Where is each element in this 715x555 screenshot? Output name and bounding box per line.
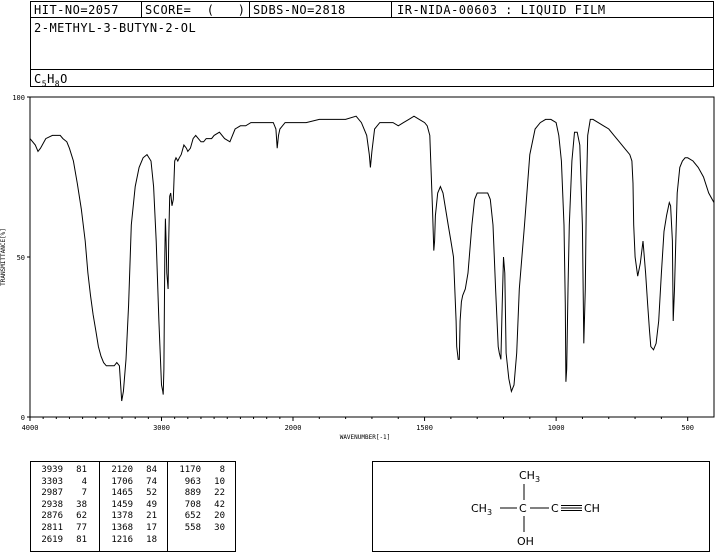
peak-column-2: 2120 84 1706 74 1465 52 1459 49 1378 21 1368 17 1216… [107, 465, 157, 546]
peak-row: 3939 81 [37, 465, 87, 477]
peak-transmittance: 20 [214, 511, 225, 522]
peak-transmittance: 18 [146, 534, 157, 545]
peak-wavenumber: 1216 [111, 534, 133, 545]
peak-row: 652 20 [175, 511, 225, 523]
peak-row: 2619 81 [37, 535, 87, 547]
peak-row: 1170 8 [175, 465, 225, 477]
peak-row: 2120 84 [107, 465, 157, 477]
peak-transmittance: 21 [146, 511, 157, 522]
peak-wavenumber: 1465 [111, 488, 133, 499]
ir-spectrum-chart: 4000 3000 2000 1500 1000 500100500 WAVENUMBER… [0, 94, 715, 441]
peak-row: 2876 62 [37, 511, 87, 523]
peak-wavenumber: 1378 [111, 511, 133, 522]
peak-table: 3939 81 3303 4 2987 7 2938 38 2876 62 2811 77 2619 81… [30, 461, 236, 552]
peak-transmittance: 4 [81, 476, 87, 487]
plot-frame [29, 96, 715, 418]
y-tick-label: 0 [21, 414, 25, 422]
structure-diagram: CH3 CH3 C C CH OH [372, 461, 710, 552]
peak-transmittance: 42 [214, 499, 225, 510]
peak-row: 2987 7 [37, 488, 87, 500]
peak-column-3: 1170 8 963 10 889 22 708 42 652 20 558 30 [175, 465, 225, 535]
top-methyl: CH3 [519, 469, 540, 484]
peak-wavenumber: 3939 [41, 465, 63, 475]
peak-transmittance: 10 [214, 476, 225, 487]
peak-wavenumber: 708 [184, 499, 201, 510]
peak-transmittance: 84 [146, 465, 157, 475]
peak-wavenumber: 2120 [111, 465, 133, 475]
left-methyl: CH3 [471, 502, 492, 517]
peak-wavenumber: 1706 [111, 476, 133, 487]
peak-wavenumber: 1368 [111, 522, 133, 533]
terminal-ch: CH [584, 502, 600, 515]
peak-wavenumber: 2938 [41, 499, 63, 510]
peak-transmittance: 74 [146, 476, 157, 487]
peak-row: 1378 21 [107, 511, 157, 523]
peak-transmittance: 81 [76, 465, 87, 475]
peak-row: 1465 52 [107, 488, 157, 500]
x-tick-label: 500 [681, 424, 694, 432]
peak-transmittance: 77 [76, 522, 87, 533]
peak-transmittance: 7 [81, 488, 87, 499]
peak-wavenumber: 2876 [41, 511, 63, 522]
peak-sep-1 [99, 462, 100, 551]
peak-wavenumber: 2811 [41, 522, 63, 533]
peak-wavenumber: 1170 [179, 465, 201, 475]
y-tick-label: 100 [12, 94, 25, 102]
y-tick-label: 50 [17, 254, 25, 262]
alkyne-carbon: C [551, 502, 559, 515]
structure-svg: CH3 CH3 C C CH OH [471, 469, 600, 548]
peak-row: 708 42 [175, 500, 225, 512]
center-carbon: C [519, 502, 527, 515]
peak-row: 1706 74 [107, 477, 157, 489]
peak-wavenumber: 963 [184, 476, 201, 487]
peak-row: 1459 49 [107, 500, 157, 512]
transmittance-series [29, 115, 715, 402]
peak-transmittance: 49 [146, 499, 157, 510]
peak-wavenumber: 889 [184, 488, 201, 499]
peak-row: 963 10 [175, 477, 225, 489]
peak-row: 1368 17 [107, 523, 157, 535]
peak-transmittance: 52 [146, 488, 157, 499]
peak-row: 558 30 [175, 523, 225, 535]
peak-wavenumber: 652 [184, 511, 201, 522]
peak-row: 889 22 [175, 488, 225, 500]
peak-transmittance: 8 [219, 465, 225, 475]
peak-wavenumber: 2619 [41, 534, 63, 545]
peak-wavenumber: 2987 [41, 488, 63, 499]
x-tick-label: 4000 [22, 424, 39, 432]
x-tick-label: 3000 [153, 424, 170, 432]
peak-transmittance: 38 [76, 499, 87, 510]
peak-transmittance: 81 [76, 534, 87, 545]
peak-wavenumber: 3303 [41, 476, 63, 487]
x-tick-label: 1000 [548, 424, 565, 432]
peak-column-1: 3939 81 3303 4 2987 7 2938 38 2876 62 2811 77 2619 81 [37, 465, 87, 546]
peak-transmittance: 30 [214, 522, 225, 533]
peak-row: 1216 18 [107, 535, 157, 547]
peak-sep-2 [167, 462, 168, 551]
y-axis-title: TRANSMITTANCE[%] [0, 228, 7, 286]
peak-transmittance: 22 [214, 488, 225, 499]
peak-transmittance: 62 [76, 511, 87, 522]
x-tick-label: 1500 [416, 424, 433, 432]
x-tick-label: 2000 [285, 424, 302, 432]
peak-row: 3303 4 [37, 477, 87, 489]
peak-transmittance: 17 [146, 522, 157, 533]
peak-wavenumber: 558 [184, 522, 201, 533]
peak-row: 2938 38 [37, 500, 87, 512]
x-axis-title: WAVENUMBER[-1] [340, 434, 391, 441]
hydroxyl-group: OH [517, 535, 534, 548]
peak-row: 2811 77 [37, 523, 87, 535]
peak-wavenumber: 1459 [111, 499, 133, 510]
